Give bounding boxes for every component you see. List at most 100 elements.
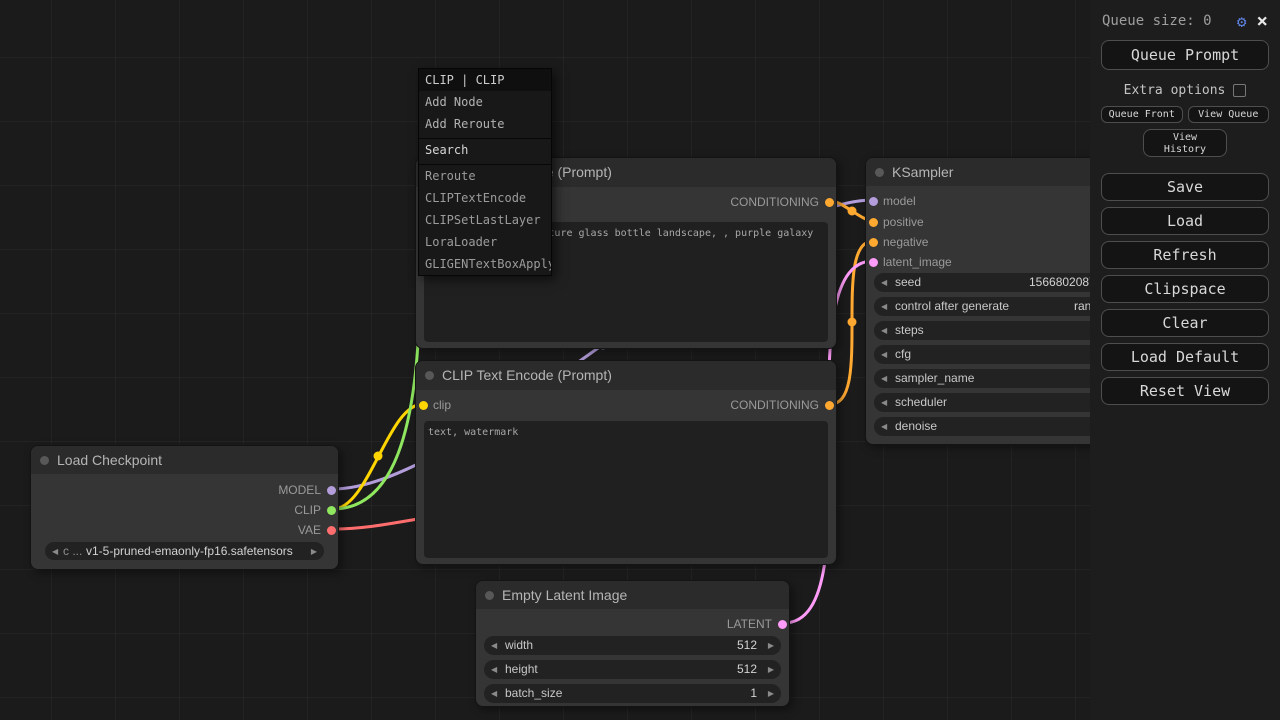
output-slot-model[interactable]: MODEL xyxy=(31,483,338,497)
increment-arrow[interactable]: ▶ xyxy=(768,636,774,655)
input-dot-model[interactable] xyxy=(869,197,878,206)
decrement-arrow[interactable]: ◀ xyxy=(881,321,887,340)
widget-label: width xyxy=(505,636,533,655)
decrement-arrow[interactable]: ◀ xyxy=(881,393,887,412)
queue-size-label: Queue size: 0 xyxy=(1102,13,1237,29)
node-title: Load Checkpoint xyxy=(57,452,162,468)
queue-prompt-button[interactable]: Queue Prompt xyxy=(1101,40,1269,70)
extra-options-row: Extra options xyxy=(1090,81,1280,99)
output-dot-model[interactable] xyxy=(327,486,336,495)
decrement-arrow[interactable]: ◀ xyxy=(881,417,887,436)
widget-label: batch_size xyxy=(505,684,562,703)
node-titlebar[interactable]: Empty Latent Image xyxy=(476,581,789,609)
decrement-arrow[interactable]: ◀ xyxy=(491,684,497,703)
widget-height[interactable]: ◀ height 512 ▶ xyxy=(484,660,781,679)
queue-buttons-row: Queue Front View Queue xyxy=(1101,106,1269,123)
node-graph-canvas[interactable]: CLIP Text Encode (Prompt) clip CONDITION… xyxy=(0,0,1280,720)
combo-value: v1-5-pruned-emaonly-fp16.safetensors xyxy=(86,542,293,560)
close-icon[interactable]: × xyxy=(1257,13,1268,29)
decrement-arrow[interactable]: ◀ xyxy=(491,660,497,679)
link-release-context-menu: CLIP | CLIP Add Node Add Reroute Search … xyxy=(418,68,552,276)
menu-button-list: Save Load Refresh Clipspace Clear Load D… xyxy=(1090,173,1280,405)
node-load-checkpoint[interactable]: Load Checkpoint MODEL CLIP VAE ◀ c ... v… xyxy=(30,445,339,570)
wire-dragging-connection xyxy=(333,277,420,509)
node-title: Empty Latent Image xyxy=(502,587,627,603)
slot-label: CLIP xyxy=(294,503,321,517)
menu-item-add-node[interactable]: Add Node xyxy=(419,91,551,113)
reset-view-button[interactable]: Reset View xyxy=(1101,377,1269,405)
queue-front-button[interactable]: Queue Front xyxy=(1101,106,1183,123)
link-midpoint-dot-conditioning2 xyxy=(848,318,857,327)
link-midpoint-dot-clip xyxy=(374,452,383,461)
menu-item-search[interactable]: Search xyxy=(419,139,551,161)
view-history-button[interactable]: View History xyxy=(1143,129,1227,157)
widget-value: 512 xyxy=(737,636,757,655)
output-slot-conditioning[interactable]: CONDITIONING xyxy=(416,398,836,412)
slot-label: negative xyxy=(883,235,928,249)
widget-label: scheduler xyxy=(895,393,947,412)
output-dot-conditioning[interactable] xyxy=(825,198,834,207)
collapse-toggle[interactable] xyxy=(425,371,434,380)
collapse-toggle[interactable] xyxy=(485,591,494,600)
clear-button[interactable]: Clear xyxy=(1101,309,1269,337)
input-dot-negative[interactable] xyxy=(869,238,878,247)
menu-item-add-reroute[interactable]: Add Reroute xyxy=(419,113,551,135)
decrement-arrow[interactable]: ◀ xyxy=(881,369,887,388)
node-title: CLIP Text Encode (Prompt) xyxy=(442,367,612,383)
widget-width[interactable]: ◀ width 512 ▶ xyxy=(484,636,781,655)
output-dot-latent[interactable] xyxy=(778,620,787,629)
menu-item-gligentextboxapply[interactable]: GLIGENTextBoxApply xyxy=(419,253,551,275)
decrement-arrow[interactable]: ◀ xyxy=(491,636,497,655)
collapse-toggle[interactable] xyxy=(875,168,884,177)
widget-label: seed xyxy=(895,273,921,292)
ckpt-name-combo-widget[interactable]: ◀ c ... v1-5-pruned-emaonly-fp16.safeten… xyxy=(45,542,324,560)
extra-options-checkbox[interactable] xyxy=(1233,84,1246,97)
clipspace-button[interactable]: Clipspace xyxy=(1101,275,1269,303)
menu-item-loraloader[interactable]: LoraLoader xyxy=(419,231,551,253)
load-button[interactable]: Load xyxy=(1101,207,1269,235)
widget-value: 1 xyxy=(750,684,757,703)
output-slot-clip[interactable]: CLIP xyxy=(31,503,338,517)
collapse-toggle[interactable] xyxy=(40,456,49,465)
refresh-button[interactable]: Refresh xyxy=(1101,241,1269,269)
decrement-arrow[interactable]: ◀ xyxy=(881,297,887,316)
output-slot-latent[interactable]: LATENT xyxy=(476,617,789,631)
widget-batch-size[interactable]: ◀ batch_size 1 ▶ xyxy=(484,684,781,703)
view-queue-button[interactable]: View Queue xyxy=(1188,106,1270,123)
decrement-arrow[interactable]: ◀ xyxy=(881,345,887,364)
load-default-button[interactable]: Load Default xyxy=(1101,343,1269,371)
slot-label: latent_image xyxy=(883,255,952,269)
combo-next-arrow[interactable]: ▶ xyxy=(311,542,317,561)
widget-label: denoise xyxy=(895,417,937,436)
menu-item-cliptextencode[interactable]: CLIPTextEncode xyxy=(419,187,551,209)
slot-label: MODEL xyxy=(278,483,321,497)
menu-item-clipsetlastlayer[interactable]: CLIPSetLastLayer xyxy=(419,209,551,231)
node-clip-text-encode-2[interactable]: CLIP Text Encode (Prompt) clip CONDITION… xyxy=(415,360,837,565)
output-slot-vae[interactable]: VAE xyxy=(31,523,338,537)
decrement-arrow[interactable]: ◀ xyxy=(881,273,887,292)
node-titlebar[interactable]: Load Checkpoint xyxy=(31,446,338,474)
settings-gear-icon[interactable]: ⚙ xyxy=(1237,12,1247,31)
combo-label: c ... xyxy=(63,542,82,560)
menu-item-reroute[interactable]: Reroute xyxy=(419,165,551,187)
node-titlebar[interactable]: CLIP Text Encode (Prompt) xyxy=(416,361,836,390)
node-title: KSampler xyxy=(892,164,953,180)
increment-arrow[interactable]: ▶ xyxy=(768,660,774,679)
combo-prev-arrow[interactable]: ◀ xyxy=(52,542,58,561)
input-dot-latent-image[interactable] xyxy=(869,258,878,267)
output-dot-conditioning[interactable] xyxy=(825,401,834,410)
prompt-text-area[interactable]: text, watermark xyxy=(424,421,828,558)
save-button[interactable]: Save xyxy=(1101,173,1269,201)
widget-label: height xyxy=(505,660,538,679)
widget-label: control after generate xyxy=(895,297,1009,316)
comfy-menu-panel: Queue size: 0 ⚙ × Queue Prompt Extra opt… xyxy=(1090,0,1280,720)
widget-value: 1566802087 xyxy=(1029,273,1096,292)
slot-label: CONDITIONING xyxy=(730,195,819,209)
output-dot-vae[interactable] xyxy=(327,526,336,535)
slot-label: positive xyxy=(883,215,924,229)
widget-value: 512 xyxy=(737,660,757,679)
node-empty-latent-image[interactable]: Empty Latent Image LATENT ◀ width 512 ▶ … xyxy=(475,580,790,707)
increment-arrow[interactable]: ▶ xyxy=(768,684,774,703)
output-dot-clip[interactable] xyxy=(327,506,336,515)
input-dot-positive[interactable] xyxy=(869,218,878,227)
